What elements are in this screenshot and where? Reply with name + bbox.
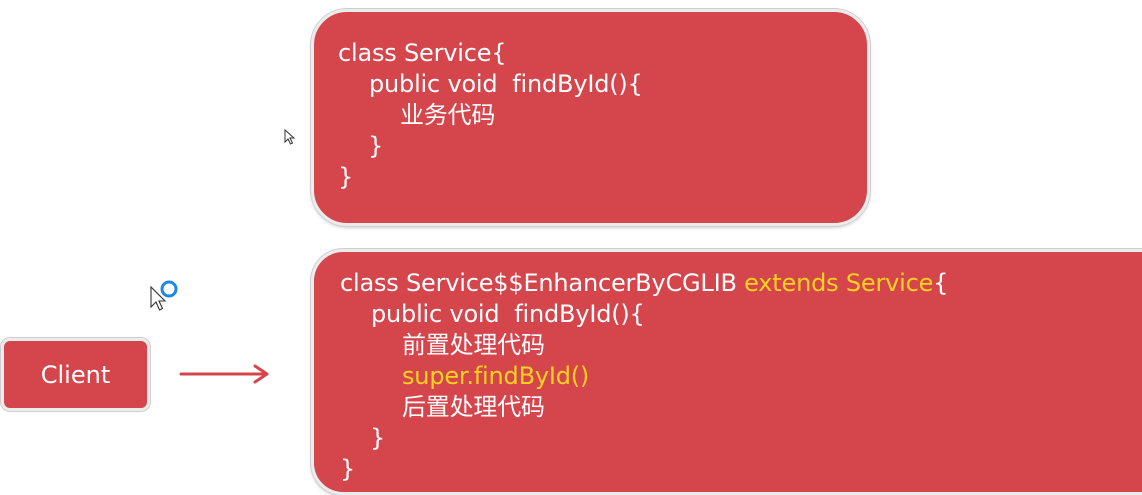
busy-cursor-icon [150,280,178,311]
client-box: Client [1,338,150,411]
code-line: } [368,132,384,160]
open-brace: { [933,269,949,297]
right-arrow-icon [179,364,269,384]
code-line: } [370,424,386,452]
code-line: public void findById(){ [371,300,645,328]
code-line: } [340,455,356,483]
cglib-proxy-class-box: class Service$$EnhancerByCGLIB extends S… [311,249,1142,495]
code-line: class Service$$EnhancerByCGLIB extends S… [340,268,1142,299]
code-line: public void findById(){ [369,70,643,98]
code-line: 业务代码 [400,101,496,129]
code-line: 前置处理代码 [402,331,545,359]
code-line: 后置处理代码 [402,393,545,421]
code-line: class Service{ [338,39,507,67]
extends-keyword: extends Service [744,269,934,297]
code-line: } [338,163,354,191]
super-call-line: super.findById() [402,362,590,390]
client-label: Client [40,360,111,389]
service-class-box: class Service{ public void findById(){ 业… [311,9,870,226]
class-declaration: class Service$$EnhancerByCGLIB [340,269,745,297]
mouse-pointer-icon [284,129,296,145]
